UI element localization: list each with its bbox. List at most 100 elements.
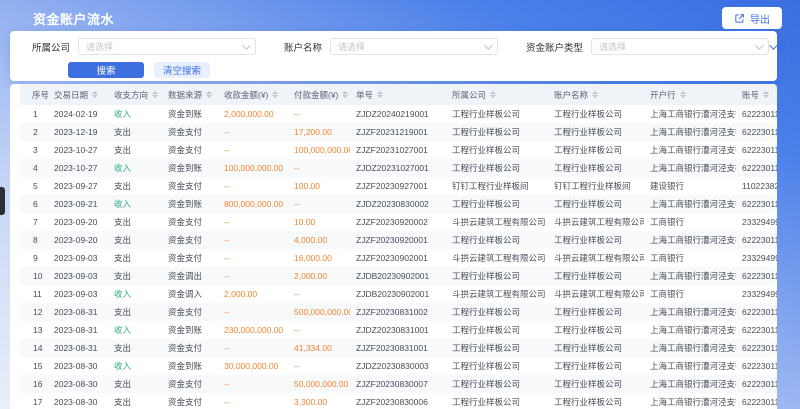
row-index: 5: [20, 177, 48, 195]
transaction-date: 2023-10-27: [48, 141, 108, 159]
column-header-label: 单号: [356, 89, 373, 101]
order-number: ZJZF20231027001: [350, 141, 446, 159]
account-type-select[interactable]: 请选择: [591, 38, 769, 55]
export-button[interactable]: 导出: [722, 7, 782, 29]
filter-field-account-name: 账户名称 请选择: [284, 38, 498, 55]
sort-icon[interactable]: [592, 91, 598, 99]
table-row: 142023-08-31支出资金支付--41,334.00ZJZF2023083…: [20, 339, 777, 357]
order-number: ZJZF20230831001: [350, 339, 446, 357]
sort-icon[interactable]: [272, 91, 278, 99]
column-header[interactable]: 账户名称: [548, 84, 644, 105]
sort-icon[interactable]: [680, 91, 686, 99]
row-index: 1: [20, 105, 48, 123]
receive-amount: --: [218, 303, 288, 321]
column-header[interactable]: 数据来源: [162, 84, 218, 105]
data-source: 资金调出: [162, 267, 218, 285]
export-button-label: 导出: [750, 11, 770, 26]
order-number: ZJZF20230927001: [350, 177, 446, 195]
pay-amount: 17,200.00: [288, 123, 350, 141]
account-number: 233294994: [736, 249, 777, 267]
pay-amount: --: [288, 105, 350, 123]
column-header[interactable]: 所属公司: [446, 84, 548, 105]
column-header[interactable]: 账号: [736, 84, 777, 105]
sort-icon[interactable]: [206, 91, 212, 99]
sort-icon[interactable]: [490, 91, 496, 99]
left-edge-handle[interactable]: [0, 187, 5, 215]
row-index: 9: [20, 249, 48, 267]
bank-name: 工商银行: [644, 285, 736, 303]
transaction-date: 2024-02-19: [48, 105, 108, 123]
account-number: 233294994: [736, 213, 777, 231]
bank-name: 上海工商银行漕河泾支行: [644, 159, 736, 177]
direction-value: 支出: [108, 177, 162, 195]
owner-company: 工程行业样板公司: [446, 231, 548, 249]
pay-amount: 3,300.00: [288, 393, 350, 409]
sort-icon[interactable]: [342, 91, 348, 99]
column-header[interactable]: 付款金额(¥): [288, 84, 350, 105]
receive-amount: --: [218, 339, 288, 357]
account-name-select[interactable]: 请选择: [330, 38, 498, 55]
row-index: 13: [20, 321, 48, 339]
bank-name: 工商银行: [644, 213, 736, 231]
order-number: ZJDZ20230831001: [350, 321, 446, 339]
column-header-label: 开户行: [650, 89, 676, 101]
direction-value: 收入: [108, 321, 162, 339]
sort-icon[interactable]: [152, 91, 158, 99]
data-source: 资金到账: [162, 357, 218, 375]
pay-amount: --: [288, 321, 350, 339]
bank-name: 上海工商银行漕河泾支行: [644, 303, 736, 321]
company-select-placeholder: 请选择: [86, 40, 113, 53]
expand-filter-label: 展开筛选: [779, 40, 800, 54]
pay-amount: 50,000,000.00: [288, 375, 350, 393]
expand-filter-link[interactable]: 展开筛选: [769, 40, 800, 54]
column-header[interactable]: 交易日期: [48, 84, 108, 105]
sort-icon[interactable]: [92, 91, 98, 99]
column-header[interactable]: 收款金额(¥): [218, 84, 288, 105]
row-index: 3: [20, 141, 48, 159]
data-source: 资金到账: [162, 321, 218, 339]
sort-icon[interactable]: [763, 91, 769, 99]
clear-search-button[interactable]: 清空搜索: [154, 62, 210, 78]
company-filter-label: 所属公司: [32, 40, 70, 54]
column-header-label: 账户名称: [554, 89, 588, 101]
account-name: 工程行业样板公司: [548, 339, 644, 357]
search-button[interactable]: 搜索: [68, 62, 144, 78]
column-header[interactable]: 开户行: [644, 84, 736, 105]
bank-name: 上海工商银行漕河泾支行: [644, 357, 736, 375]
receive-amount: --: [218, 141, 288, 159]
table-row: 172023-08-30支出资金支付--3,300.00ZJZF20230830…: [20, 393, 777, 409]
table-row: 162023-08-30支出资金支付--50,000,000.00ZJZF202…: [20, 375, 777, 393]
owner-company: 工程行业样板公司: [446, 105, 548, 123]
order-number: ZJZF20230902001: [350, 249, 446, 267]
account-number: 233294994: [736, 285, 777, 303]
owner-company: 工程行业样板公司: [446, 159, 548, 177]
row-index: 12: [20, 303, 48, 321]
direction-value: 支出: [108, 375, 162, 393]
pay-amount: 4,000.00: [288, 231, 350, 249]
transaction-date: 2023-09-03: [48, 249, 108, 267]
receive-amount: --: [218, 213, 288, 231]
table-row: 132023-08-31收入资金到账230,000,000.00--ZJDZ20…: [20, 321, 777, 339]
transaction-date: 2023-10-27: [48, 159, 108, 177]
account-name: 工程行业样板公司: [548, 321, 644, 339]
column-header[interactable]: 收支方向: [108, 84, 162, 105]
bank-name: 上海工商银行漕河泾支行: [644, 141, 736, 159]
receive-amount: --: [218, 267, 288, 285]
column-header[interactable]: 单号: [350, 84, 446, 105]
pay-amount: 100.00: [288, 177, 350, 195]
order-number: ZJDZ20231027001: [350, 159, 446, 177]
bank-name: 上海工商银行漕河泾支行: [644, 321, 736, 339]
account-name: 工程行业样板公司: [548, 393, 644, 409]
owner-company: 工程行业样板公司: [446, 141, 548, 159]
pay-amount: 16,000.00: [288, 249, 350, 267]
transaction-date: 2023-12-19: [48, 123, 108, 141]
owner-company: 工程行业样板公司: [446, 123, 548, 141]
column-header-label: 数据来源: [168, 89, 202, 101]
company-select[interactable]: 请选择: [78, 38, 256, 55]
direction-value: 收入: [108, 105, 162, 123]
order-number: ZJZF20230831002: [350, 303, 446, 321]
transaction-date: 2023-09-03: [48, 267, 108, 285]
account-number: 622230111: [736, 339, 777, 357]
row-index: 7: [20, 213, 48, 231]
sort-icon[interactable]: [377, 91, 383, 99]
